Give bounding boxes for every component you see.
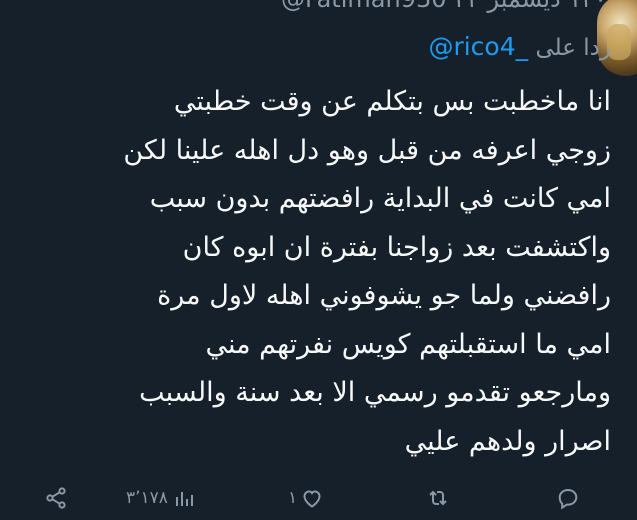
tweet-text-line: امي ما استقبلتهم كويس نفرتهم مني: [205, 328, 611, 360]
action-bar: ٣٬١٧٨ ١: [0, 478, 637, 518]
retweet-button[interactable]: [426, 478, 450, 518]
tweet-text: انا ماخطبت بس بتكلم عن وقت خطبتي زوجي اع…: [51, 78, 611, 466]
reply-prefix: ردا على: [535, 35, 611, 61]
reply-mention-link[interactable]: @rico4_: [428, 32, 528, 61]
tweet-text-line: ومارجعو تقدمو رسمي الا بعد سنة والسبب: [139, 377, 611, 408]
views-button[interactable]: ٣٬١٧٨: [122, 478, 196, 518]
reply-icon: [558, 488, 578, 510]
tweet-date: ١٢٠ ديسمبر ٢٢: [454, 0, 607, 13]
views-count: ٣٬١٧٨: [126, 488, 168, 508]
share-button[interactable]: [44, 478, 68, 518]
share-icon: [46, 487, 66, 509]
tweet-text-line: اصرار ولدهم عليي: [404, 425, 611, 457]
like-button[interactable]: ١: [284, 478, 324, 518]
reply-button[interactable]: [556, 478, 580, 518]
tweet-header: ١٢٠ ديسمبر ٢٢ @Fatimah930: [281, 0, 607, 14]
heart-icon: [303, 490, 321, 508]
reply-context: ردا على @rico4_: [428, 30, 611, 65]
tweet-text-line: رافضني ولما جو يشوفوني اهله لاول مرة: [157, 280, 611, 311]
views-icon: [175, 492, 193, 506]
tweet-text-line: امي كانت في البداية رافضتهم بدون سبب: [149, 183, 611, 214]
tweet-text-line: واكتشفت بعد زواجنا بفترة ان ابوه كان: [182, 231, 611, 263]
tweet-text-line: انا ماخطبت بس بتكلم عن وقت خطبتي: [173, 86, 611, 117]
author-handle[interactable]: @Fatimah930: [281, 0, 447, 13]
retweet-icon: [429, 490, 447, 506]
like-count: ١: [288, 488, 298, 508]
tweet[interactable]: ١٢٠ ديسمبر ٢٢ @Fatimah930 ردا على @rico4…: [0, 0, 637, 520]
tweet-text-line: زوجي اعرفه من قبل وهو دل اهله علينا لكن: [123, 134, 611, 166]
